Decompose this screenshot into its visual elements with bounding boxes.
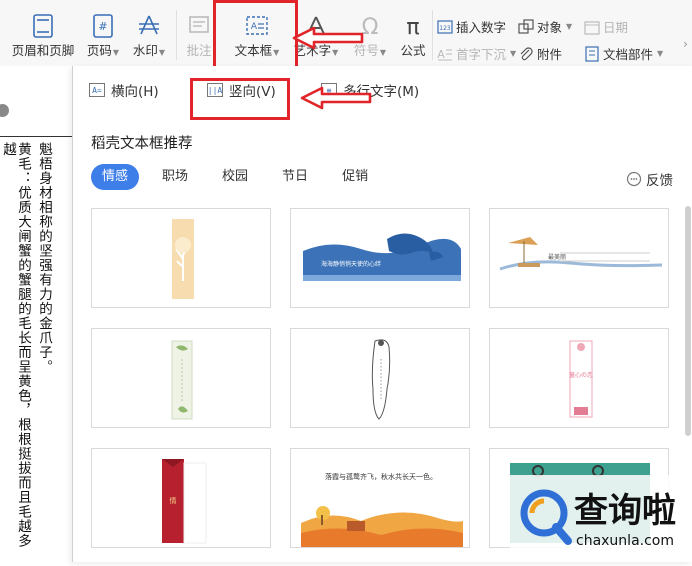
highlight-arrow: [300, 86, 372, 110]
chaxunla-logo: 查询啦 chaxunla.com: [510, 475, 692, 562]
svg-text:A: A: [437, 48, 445, 61]
template-card[interactable]: [91, 208, 271, 308]
chevron-down-icon: ▼: [657, 49, 664, 58]
page-number-icon: #: [93, 14, 113, 38]
watermark-icon: [139, 15, 159, 35]
date-label: 日期: [603, 20, 629, 35]
date-button[interactable]: 日期: [584, 17, 628, 36]
template-text: 落霞与孤鹜齐飞，秋水共长天一色。: [325, 472, 437, 481]
drop-cap-label: 首字下沉: [456, 47, 507, 62]
category-tabs: 情感 职场 校园 节日 促销: [91, 164, 391, 190]
chevron-down-icon: ▼: [510, 49, 517, 58]
paperclip-icon: [520, 46, 533, 60]
svg-text:123: 123: [439, 25, 451, 32]
template-preview: 最美丽: [499, 237, 663, 271]
logo-url: chaxunla.com: [576, 533, 674, 549]
template-card[interactable]: 童心の恋: [489, 328, 669, 428]
ribbon-more-icon[interactable]: ›: [683, 36, 688, 51]
calendar-icon: [584, 20, 600, 35]
template-card[interactable]: 海海静悄悄天使的心绊: [290, 208, 470, 308]
horizontal-textbox-icon: A=: [89, 83, 105, 97]
object-label: 对象: [537, 20, 563, 35]
vertical-highlight: [190, 78, 290, 120]
drop-cap-icon: A: [437, 48, 452, 61]
attachment-label: 附件: [537, 47, 563, 62]
header-footer-icon: [33, 14, 53, 38]
chevron-down-icon: ▼: [566, 22, 573, 31]
header-footer-button[interactable]: 页眉和页脚: [8, 10, 78, 59]
formula-button[interactable]: π 公式: [396, 10, 430, 59]
tab-campus[interactable]: 校园: [211, 164, 259, 190]
doc-parts-button[interactable]: 文档部件 ▼: [584, 44, 663, 63]
textbox-horizontal-option[interactable]: A= 横向(H): [89, 80, 159, 100]
watermark-label: 水印: [132, 43, 158, 58]
tab-emotion[interactable]: 情感: [91, 164, 140, 190]
template-preview: [171, 340, 193, 420]
comment-button[interactable]: 批注: [182, 10, 216, 59]
comment-label: 批注: [186, 43, 212, 58]
textbox-highlight: [213, 0, 298, 72]
chat-bubble-icon: [626, 171, 642, 187]
attachment-button[interactable]: 附件: [518, 44, 562, 63]
doc-parts-icon: [585, 45, 599, 62]
template-preview: 童心の恋: [569, 340, 593, 418]
template-preview: [371, 339, 391, 420]
object-icon: [518, 18, 534, 34]
template-text: 童心の恋: [569, 371, 593, 379]
document-column-right: 魁梧身材相称的坚强有力的金爪子。: [36, 142, 52, 374]
pi-icon: π: [406, 15, 419, 38]
comment-icon: [189, 16, 209, 33]
template-preview: 情: [162, 459, 207, 544]
template-text: 最美丽: [548, 253, 566, 261]
horizontal-label: 横向(H): [111, 84, 159, 100]
tab-promotion[interactable]: 促销: [331, 164, 379, 190]
tab-festival[interactable]: 节日: [271, 164, 319, 190]
template-text: 海海静悄悄天使的心绊: [321, 260, 381, 268]
insert-number-label: 插入数字: [456, 20, 507, 35]
divider: [0, 136, 72, 137]
close-icon[interactable]: [0, 104, 9, 117]
template-card[interactable]: [91, 328, 271, 428]
template-card[interactable]: 最美丽: [489, 208, 669, 308]
template-card[interactable]: 落霞与孤鹜齐飞，秋水共长天一色。: [290, 448, 470, 548]
chevron-down-icon: ▼: [112, 48, 120, 57]
document-area: 魁梧身材相称的坚强有力的金爪子。 黄毛：优质大闸蟹的蟹腿的毛长而呈黄色，根根挺拔…: [0, 66, 72, 562]
object-button[interactable]: 对象 ▼: [518, 17, 572, 36]
tab-workplace[interactable]: 职场: [151, 164, 199, 190]
template-text: 情: [170, 496, 177, 505]
divider: [432, 10, 433, 60]
drop-cap-button[interactable]: A 首字下沉 ▼: [437, 44, 516, 63]
svg-text:π: π: [406, 15, 419, 38]
template-card[interactable]: 情: [91, 448, 271, 548]
feedback-button[interactable]: 反馈: [626, 169, 673, 189]
divider: [176, 10, 177, 60]
watermark-button[interactable]: 水印▼: [130, 10, 168, 59]
template-preview: 落霞与孤鹜齐飞，秋水共长天一色。: [301, 472, 463, 547]
template-preview: [172, 219, 194, 299]
number-icon: 123: [437, 19, 453, 34]
section-title: 稻壳文本框推荐: [91, 136, 193, 152]
feedback-label: 反馈: [646, 173, 673, 189]
chevron-down-icon: ▼: [158, 48, 166, 57]
insert-number-button[interactable]: 123 插入数字: [437, 17, 506, 36]
page-number-label: 页码: [86, 43, 112, 58]
formula-label: 公式: [400, 43, 426, 58]
logo-title: 查询啦: [574, 491, 676, 531]
scrollbar[interactable]: [685, 206, 691, 436]
header-footer-label: 页眉和页脚: [11, 43, 75, 58]
chevron-down-icon: ▼: [379, 48, 387, 57]
doc-parts-label: 文档部件: [603, 47, 654, 62]
template-preview: 海海静悄悄天使的心绊: [303, 233, 461, 281]
svg-text:#: #: [98, 20, 107, 33]
highlight-arrow: [292, 26, 364, 50]
svg-text:Ω: Ω: [362, 15, 379, 38]
page-number-button[interactable]: # 页码▼: [84, 10, 122, 59]
template-card[interactable]: [290, 328, 470, 428]
document-column-left: 黄毛：优质大闸蟹的蟹腿的毛长而呈黄色，根根挺拔而且毛越多越: [0, 142, 31, 548]
